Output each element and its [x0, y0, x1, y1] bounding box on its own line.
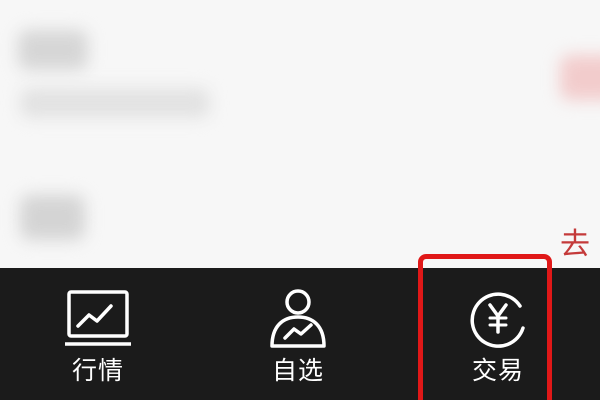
tab-market-label: 行情	[71, 356, 124, 385]
blurred-text-block	[20, 195, 85, 240]
content-area	[0, 0, 600, 268]
market-chart-icon	[65, 290, 131, 346]
watchlist-user-icon	[270, 289, 326, 348]
tab-trade[interactable]: 交易	[438, 268, 558, 400]
yen-coin-icon	[470, 292, 525, 348]
blurred-text-block	[18, 30, 88, 70]
blurred-red-block	[560, 55, 600, 100]
tab-watchlist[interactable]: 自选	[238, 268, 358, 400]
blurred-text-block	[20, 88, 210, 118]
tab-watchlist-label: 自选	[271, 356, 324, 385]
bottom-tab-bar: 行情 自选 交易	[0, 268, 600, 400]
side-red-text[interactable]: 去	[560, 230, 590, 260]
tab-trade-label: 交易	[471, 356, 524, 385]
tab-market[interactable]: 行情	[38, 268, 158, 400]
